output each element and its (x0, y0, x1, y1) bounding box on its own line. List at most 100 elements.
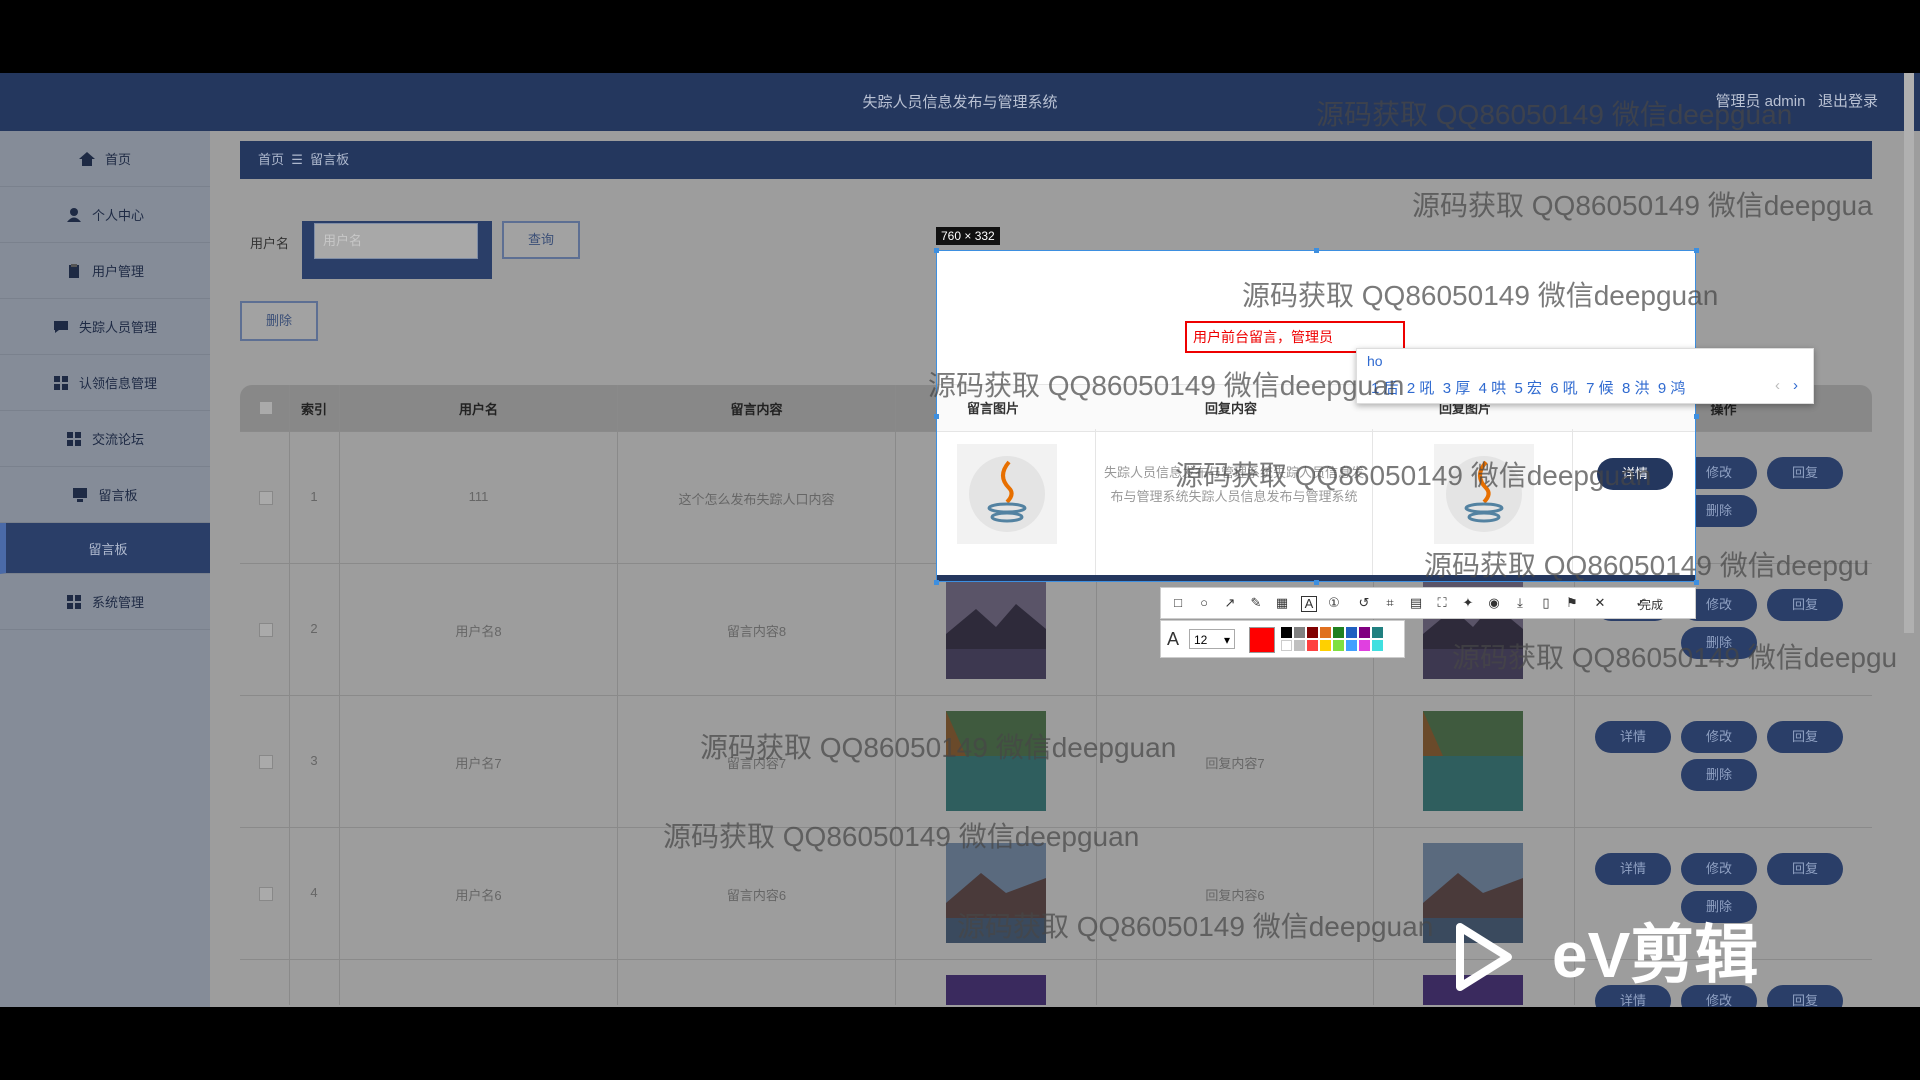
ime-candidate[interactable]: 7 候 (1586, 380, 1614, 397)
chevron-left-icon[interactable]: ‹ (1775, 377, 1780, 394)
resize-handle[interactable] (1694, 414, 1699, 419)
mosaic-icon[interactable]: ▦ (1275, 596, 1289, 610)
detail-button[interactable]: 详情 (1595, 721, 1671, 753)
sidebar-item-system[interactable]: 系统管理 (0, 574, 210, 630)
resize-handle[interactable] (934, 580, 939, 585)
row-checkbox[interactable] (259, 491, 273, 505)
crop-icon[interactable]: ⌗ (1383, 596, 1397, 610)
close-icon[interactable]: ✕ (1593, 596, 1607, 610)
sidebar-item-forum[interactable]: 交流论坛 (0, 411, 210, 467)
ime-candidate[interactable]: 3 厚 (1443, 380, 1471, 397)
reply-button[interactable]: 回复 (1767, 721, 1843, 753)
sidebar-item-profile[interactable]: 个人中心 (0, 187, 210, 243)
fullscreen-icon[interactable]: ⛶ (1435, 596, 1449, 610)
reply-button[interactable]: 回复 (1767, 589, 1843, 621)
reply-button[interactable]: 回复 (1767, 457, 1843, 489)
text-icon[interactable]: A (1301, 596, 1317, 612)
color-swatch[interactable] (1320, 640, 1331, 651)
color-swatch[interactable] (1333, 640, 1344, 651)
video-logo: eV剪辑 (1452, 915, 1822, 995)
watermark-text: 源码获取 QQ86050149 微信deepguan (700, 732, 1177, 763)
row-delete-button[interactable]: 删除 (1681, 759, 1757, 791)
row-index: 2 (310, 621, 318, 636)
color-swatch[interactable] (1359, 627, 1370, 638)
ime-candidate[interactable]: 8 洪 (1622, 380, 1650, 397)
pin-icon[interactable]: ✦ (1461, 596, 1475, 610)
color-swatch[interactable] (1372, 627, 1383, 638)
detail-button[interactable]: 详情 (1595, 853, 1671, 885)
pen-icon[interactable]: ✎ (1249, 596, 1263, 610)
sidebar-item-label: 失踪人员管理 (78, 320, 157, 335)
column-header: 索引 (300, 402, 327, 417)
row-checkbox[interactable] (259, 887, 273, 901)
phone-icon[interactable]: ▯ (1539, 596, 1553, 610)
rectangle-icon[interactable]: □ (1171, 596, 1185, 610)
clipboard-icon (68, 263, 79, 278)
ime-candidate[interactable]: 6 吼 (1550, 380, 1578, 397)
delete-button[interactable]: 删除 (240, 301, 318, 341)
color-swatch[interactable] (1372, 640, 1383, 651)
scrollbar[interactable] (1904, 73, 1914, 633)
resize-handle[interactable] (1694, 248, 1699, 253)
column-header: 留言内容 (730, 402, 783, 417)
sidebar-item-messages[interactable]: 留言板 (0, 467, 210, 523)
row-index: 1 (310, 489, 318, 504)
sidebar-subitem-messages[interactable]: 留言板 (0, 523, 210, 574)
edit-button[interactable]: 修改 (1681, 853, 1757, 885)
resize-handle[interactable] (934, 414, 939, 419)
ocr-icon[interactable]: ▤ (1409, 596, 1423, 610)
color-swatch[interactable] (1307, 627, 1318, 638)
ellipse-icon[interactable]: ○ (1197, 596, 1211, 610)
ime-candidate[interactable]: 4 哄 (1479, 380, 1507, 397)
grid-icon (66, 431, 81, 446)
sidebar-item-missing[interactable]: 失踪人员管理 (0, 299, 210, 355)
logout-link[interactable]: 退出登录 (1818, 93, 1878, 110)
watermark-text: 源码获取 QQ86050149 微信deepgu (1452, 642, 1898, 673)
font-size-value: 12 (1194, 633, 1208, 647)
resize-handle[interactable] (934, 248, 939, 253)
resize-handle[interactable] (1314, 248, 1319, 253)
color-swatch[interactable] (1281, 640, 1292, 651)
sidebar-item-home[interactable]: 首页 (0, 131, 210, 187)
select-all-checkbox[interactable] (259, 401, 273, 415)
color-swatch[interactable] (1333, 627, 1344, 638)
done-button[interactable]: 完成 (1639, 596, 1663, 613)
row-checkbox[interactable] (259, 623, 273, 637)
ime-candidate[interactable]: 9 鸿 (1658, 380, 1686, 397)
search-button[interactable]: 查询 (502, 221, 580, 259)
undo-icon[interactable]: ↺ (1357, 596, 1371, 610)
color-swatch[interactable] (1307, 640, 1318, 651)
bookmark-icon[interactable]: ⚑ (1565, 596, 1579, 610)
row-checkbox[interactable] (259, 755, 273, 769)
search-input[interactable]: 用户名 (314, 223, 478, 259)
font-size-select[interactable]: 12 ▾ (1189, 629, 1235, 649)
sidebar-item-users[interactable]: 用户管理 (0, 243, 210, 299)
row-content: 这个怎么发布失踪人口内容 (678, 492, 835, 507)
sidebar: 首页 个人中心 用户管理 失踪人员管理 认领信息管理 交流论坛 留言板 留言板 (0, 131, 210, 1007)
color-swatch[interactable] (1294, 627, 1305, 638)
color-swatch[interactable] (1346, 640, 1357, 651)
reply-button[interactable]: 回复 (1767, 853, 1843, 885)
arrow-icon[interactable]: ↗ (1223, 596, 1237, 610)
breadcrumb-home[interactable]: 首页 (258, 152, 284, 167)
search-label: 用户名 (250, 236, 290, 251)
chevron-right-icon[interactable]: › (1793, 377, 1798, 394)
sunset-image (946, 975, 1046, 1005)
ime-candidate[interactable]: 5 宏 (1514, 380, 1542, 397)
download-icon[interactable]: ⤓ (1513, 596, 1527, 610)
color-swatch[interactable] (1346, 627, 1357, 638)
watermark-text: 源码获取 QQ86050149 微信deepguan (663, 821, 1140, 852)
color-swatch[interactable] (1320, 627, 1331, 638)
current-color-swatch[interactable] (1249, 627, 1275, 653)
resize-handle[interactable] (1314, 580, 1319, 585)
color-swatch[interactable] (1294, 640, 1305, 651)
color-swatch[interactable] (1359, 640, 1370, 651)
record-icon[interactable]: ◉ (1487, 596, 1501, 610)
column-header: 用户名 (458, 402, 498, 417)
number-icon[interactable]: ① (1327, 596, 1341, 610)
row-content: 留言内容8 (726, 624, 787, 639)
ime-candidate[interactable]: 2 吼 (1407, 380, 1435, 397)
sidebar-item-claim[interactable]: 认领信息管理 (0, 355, 210, 411)
edit-button[interactable]: 修改 (1681, 721, 1757, 753)
color-swatch[interactable] (1281, 627, 1292, 638)
